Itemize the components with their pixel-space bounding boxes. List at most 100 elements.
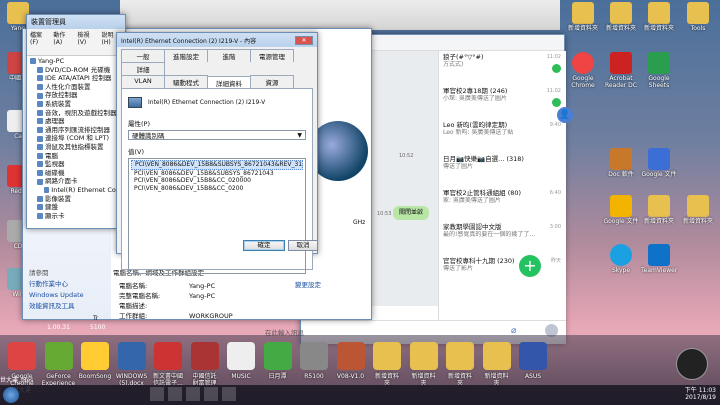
desktop-icon-r4[interactable]: Google 文件 bbox=[641, 148, 677, 178]
clock[interactable]: 下午 11:03 2017/8/19 bbox=[685, 387, 716, 401]
desktop-icon-r1[interactable]: Google Chrome bbox=[565, 52, 601, 89]
tree-item[interactable]: 鍵盤 bbox=[30, 203, 122, 212]
tree-item-label: 處理器 bbox=[45, 117, 65, 126]
taskbar-app-icon[interactable] bbox=[519, 342, 547, 370]
add-friend-icon[interactable]: 👤 bbox=[557, 107, 573, 123]
close-button[interactable]: ✕ bbox=[295, 35, 313, 45]
chat-list-item[interactable]: 官官校專科十九期 (230) 傳送了影片 昨天 bbox=[439, 255, 567, 289]
tree-item[interactable]: 處理器 bbox=[30, 117, 122, 126]
taskbar-app-label: R5100 bbox=[304, 373, 324, 380]
devmgr-titlebar[interactable]: 裝置管理員 bbox=[27, 15, 125, 29]
pinned-app-icon[interactable] bbox=[204, 387, 218, 401]
ok-button[interactable]: 確定 bbox=[243, 240, 285, 251]
chat-list-item[interactable]: 軍官校2止管科通組組 (80) 家: 吳廣美傳送了圖片 6:40 bbox=[439, 187, 567, 221]
taskbar-app-icon[interactable] bbox=[446, 342, 474, 370]
desktop-icon-r3[interactable]: Google Sheets bbox=[641, 52, 677, 89]
tree-item[interactable]: Yang-PC bbox=[30, 57, 122, 66]
tab[interactable]: 電源管理 bbox=[250, 49, 294, 62]
taskbar-app-icon[interactable] bbox=[190, 342, 219, 370]
tree-item[interactable]: IDE ATA/ATAPI 控制器 bbox=[30, 74, 122, 83]
device-icon bbox=[37, 127, 43, 134]
desktop-icon-top2[interactable]: 新增資料夾 bbox=[603, 2, 639, 32]
chat-preview: 家: 吳廣美傳送了圖片 bbox=[443, 197, 501, 204]
tab[interactable]: 進階 bbox=[207, 49, 251, 62]
link-performance[interactable]: 效能資訊及工具 bbox=[29, 301, 84, 312]
chat-list-item[interactable]: 家教期學園認中文版 最的!感覺真的要在一個的幾了了... 3:00 bbox=[439, 221, 567, 255]
taskbar-app-icon[interactable] bbox=[409, 342, 438, 370]
link-windows-update[interactable]: Windows Update bbox=[29, 290, 84, 301]
property-select[interactable]: 硬體識別碼 ▼ bbox=[128, 130, 306, 140]
tab[interactable]: 驅動程式 bbox=[164, 75, 208, 88]
taskbar-app-icon[interactable] bbox=[263, 342, 292, 370]
desktop-icon-r6[interactable]: Google 文件 bbox=[603, 195, 639, 225]
tab[interactable]: 詳細 bbox=[121, 62, 165, 75]
taskbar-app-icon[interactable] bbox=[117, 342, 146, 370]
tree-item[interactable]: 監視器 bbox=[30, 160, 122, 169]
taskbar-app-icon[interactable] bbox=[373, 342, 401, 370]
menu-item[interactable]: 檢視(V) bbox=[77, 30, 97, 46]
tree-item[interactable]: 音效，視訊及遊戲控制器 bbox=[30, 109, 122, 118]
value-row[interactable]: PCI\VEN_8086&DEV_15B8&SUBSYS_86721043 bbox=[131, 170, 303, 178]
tree-item[interactable]: 影像裝置 bbox=[30, 195, 122, 204]
tab[interactable]: 資源 bbox=[250, 75, 294, 88]
pinned-app-icon[interactable] bbox=[186, 387, 200, 401]
value-list[interactable]: PCI\VEN_8086&DEV_15B8&SUBSYS_86721043&RE… bbox=[128, 158, 306, 274]
menu-item[interactable]: 動作(A) bbox=[53, 30, 73, 46]
tree-item[interactable]: DVD/CD-ROM 光碟機 bbox=[30, 66, 122, 75]
taskbar-app-icon[interactable] bbox=[482, 342, 511, 370]
value-row[interactable]: PCI\VEN_8086&DEV_15B8&CC_0200 bbox=[131, 185, 303, 193]
taskbar-app-icon[interactable] bbox=[8, 342, 36, 370]
change-settings-link[interactable]: 變更設定 bbox=[295, 279, 321, 289]
desktop-icon-r5[interactable]: Doc 軟件 bbox=[603, 148, 639, 178]
device-manager-window[interactable]: 裝置管理員 檔案(F) 動作(A) 檢視(V) 說明(H) Yang-PC DVD/CD… bbox=[26, 14, 126, 229]
unread-badge bbox=[552, 64, 561, 73]
tree-item[interactable]: 電腦 bbox=[30, 152, 122, 161]
taskbar-app-icon[interactable] bbox=[81, 342, 109, 370]
tree-item[interactable]: 網路介面卡 bbox=[30, 177, 122, 186]
tree-item[interactable]: 連接埠 (COM 和 LPT) bbox=[30, 134, 122, 143]
background-app-strip bbox=[120, 0, 560, 30]
desktop-icon-top1[interactable]: 新增資料夾 bbox=[565, 2, 601, 32]
chat-list-item[interactable]: 日月📷快樂📷自選... (318) 傳送了圖片 bbox=[439, 153, 567, 187]
tree-item[interactable]: 顯示卡 bbox=[30, 212, 122, 221]
pinned-app-icon[interactable] bbox=[168, 387, 182, 401]
desktop-icon-r10[interactable]: 新增資料夾 bbox=[680, 195, 716, 225]
value-label: 值(V) bbox=[128, 148, 145, 156]
chat-list-item[interactable]: 軍官校2專18期 (246) 小琛: 吳廣美傳送了圖片 11:02 bbox=[439, 85, 567, 119]
device-icon bbox=[37, 178, 43, 185]
devmgr-menubar: 檔案(F) 動作(A) 檢視(V) 說明(H) bbox=[27, 29, 125, 47]
menu-item[interactable]: 檔案(F) bbox=[30, 30, 49, 46]
tab[interactable]: 一般 bbox=[121, 49, 165, 62]
desktop-icon-r2[interactable]: Acrobat Reader DC bbox=[603, 52, 639, 89]
desktop-icon-r7[interactable]: 新增資料夾 bbox=[641, 195, 677, 225]
taskbar-app-icon[interactable] bbox=[227, 342, 255, 370]
pinned-app-icon[interactable] bbox=[150, 387, 164, 401]
chat-time: 11:02 bbox=[546, 54, 561, 60]
props-titlebar[interactable]: Intel(R) Ethernet Connection (2) I219-V … bbox=[117, 33, 317, 47]
taskbar-app-icon[interactable] bbox=[300, 342, 328, 370]
value-row[interactable]: PCI\VEN_8086&DEV_15B8&CC_020000 bbox=[131, 177, 303, 185]
tree-item-label: Yang-PC bbox=[38, 57, 65, 65]
pinned-app-icon[interactable] bbox=[222, 387, 236, 401]
link-action-center[interactable]: 行動作業中心 bbox=[29, 279, 84, 290]
tree-item[interactable]: 存放控制器 bbox=[30, 91, 122, 100]
desktop-icon-r8[interactable]: Skype bbox=[603, 244, 639, 274]
chat-list-item[interactable]: 狼子(#°▽°#) 方式式) 11:02 bbox=[439, 51, 567, 85]
taskbar-app-icon[interactable] bbox=[154, 342, 182, 370]
cancel-button[interactable]: 取消 bbox=[288, 240, 318, 251]
tree-item[interactable]: Intel(R) Ethernet Co... bbox=[30, 186, 122, 195]
value-row[interactable]: PCI\VEN_8086&DEV_15B8&SUBSYS_86721043&RE… bbox=[131, 160, 303, 170]
desktop-icon-top4[interactable]: Tools bbox=[680, 2, 716, 32]
taskbar-app-icon[interactable] bbox=[44, 342, 73, 370]
tab[interactable]: 進階設定 bbox=[164, 49, 208, 62]
desktop-icon-top3[interactable]: 新增資料夾 bbox=[641, 2, 677, 32]
new-chat-button[interactable]: + bbox=[519, 255, 541, 277]
tree-item[interactable]: 滑鼠及其他指標裝置 bbox=[30, 143, 122, 152]
desktop-icon-r9[interactable]: TeamViewer bbox=[641, 244, 677, 274]
taskbar-app-icon[interactable] bbox=[336, 342, 365, 370]
chat-list-item[interactable]: Leo 新昀(雲昀律定期) Leo 新昀: 吳廣美傳送了貼 9:40 bbox=[439, 119, 567, 153]
tree-item[interactable]: 系統裝置 bbox=[30, 100, 122, 109]
properties-dialog[interactable]: Intel(R) Ethernet Connection (2) I219-V … bbox=[116, 32, 318, 274]
tab[interactable]: VLAN bbox=[121, 75, 165, 88]
start-button[interactable] bbox=[3, 387, 19, 403]
